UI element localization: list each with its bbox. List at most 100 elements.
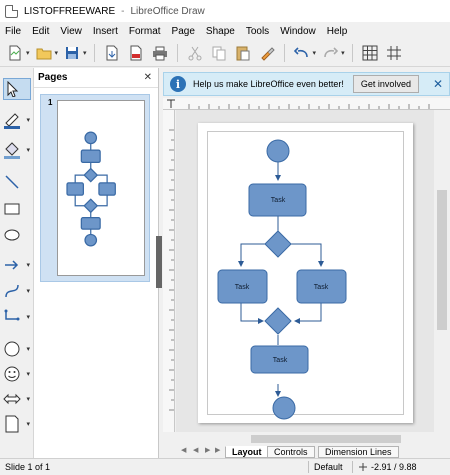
tab-nav-next[interactable]: ▶ [205, 446, 210, 454]
undo-icon [293, 47, 308, 58]
clone-formatting-button[interactable] [257, 43, 277, 63]
title-bar: LISTOFFREEWARE - LibreOffice Draw [0, 0, 450, 22]
save-button[interactable] [62, 43, 82, 63]
line-tool[interactable] [3, 171, 31, 193]
arrow-line-icon [5, 260, 19, 270]
horizontal-scrollbar[interactable] [223, 434, 450, 444]
decision-shape-2[interactable] [264, 307, 292, 335]
task-label-4: Task [273, 357, 288, 364]
vertical-scroll-thumb[interactable] [437, 190, 447, 330]
fill-color-tool[interactable]: ▾ [3, 139, 31, 161]
menu-format[interactable]: Format [129, 26, 161, 37]
helplines-button[interactable] [384, 43, 404, 63]
horizontal-scroll-thumb[interactable] [251, 435, 401, 443]
export-icon [106, 45, 118, 61]
scissors-icon [188, 46, 202, 61]
info-close-button[interactable]: ✕ [433, 77, 443, 91]
redo-dropdown-caret[interactable]: ▾ [341, 49, 345, 57]
menu-help[interactable]: Help [327, 26, 348, 37]
grid-button[interactable] [360, 43, 380, 63]
drawing-canvas[interactable]: Task Task Task Task [176, 110, 434, 432]
open-folder-icon [36, 48, 52, 60]
cut-button[interactable] [185, 43, 205, 63]
info-bar: i Help us make LibreOffice even better! … [163, 72, 450, 96]
start-node[interactable] [266, 139, 290, 163]
application-name: LibreOffice Draw [130, 5, 205, 17]
open-dropdown-caret[interactable]: ▾ [55, 49, 59, 57]
new-document-button[interactable] [5, 43, 25, 63]
redo-button[interactable] [320, 43, 340, 63]
tab-nav-first[interactable]: ◀ [181, 446, 186, 454]
undo-button[interactable] [292, 43, 312, 63]
tab-dimension-lines[interactable]: Dimension Lines [318, 446, 399, 458]
get-involved-button[interactable]: Get involved [352, 75, 419, 93]
ellipse-tool[interactable] [3, 224, 31, 246]
paste-button[interactable] [233, 43, 253, 63]
page-sheet[interactable]: Task Task Task Task [198, 123, 413, 423]
task-label-3: Task [314, 284, 329, 291]
horizontal-ruler[interactable] [163, 98, 450, 110]
menu-tools[interactable]: Tools [246, 26, 269, 37]
decision-shape-1[interactable] [264, 230, 292, 258]
menu-window[interactable]: Window [280, 26, 316, 37]
menu-file[interactable]: File [5, 26, 21, 37]
drawing-toolbar: ▾ ▾ ▾ ▾ ▾ ▾ ▾ ▾ ▾ [0, 68, 34, 458]
printer-icon [152, 46, 167, 61]
tab-nav-last[interactable]: ▶ [215, 446, 220, 454]
menu-edit[interactable]: Edit [32, 26, 49, 37]
line-color-icon [4, 113, 20, 129]
symbol-shapes-tool[interactable]: ▾ [3, 363, 31, 385]
new-document-icon [9, 45, 21, 61]
select-tool[interactable] [3, 78, 31, 100]
rectangle-tool[interactable] [3, 198, 31, 220]
print-button[interactable] [150, 43, 170, 63]
menu-insert[interactable]: Insert [93, 26, 118, 37]
tab-layout[interactable]: Layout [225, 446, 269, 458]
menu-view[interactable]: View [60, 26, 82, 37]
status-bar: Slide 1 of 1 Default -2.91 / 9.88 [0, 458, 450, 475]
libreoffice-logo-icon [5, 4, 18, 18]
flowchart-caret[interactable]: ▾ [26, 420, 30, 428]
connectors-caret[interactable]: ▾ [26, 313, 30, 321]
line-color-caret[interactable]: ▾ [26, 116, 30, 124]
export-pdf-button[interactable] [126, 43, 146, 63]
symbol-shapes-caret[interactable]: ▾ [26, 370, 30, 378]
tab-nav-prev[interactable]: ◀ [193, 446, 198, 454]
sidebar-resize-grip[interactable] [156, 236, 162, 288]
open-button[interactable] [34, 43, 54, 63]
vertical-ruler[interactable] [163, 110, 175, 432]
curves-tool[interactable]: ▾ [3, 280, 31, 302]
save-dropdown-caret[interactable]: ▾ [83, 49, 87, 57]
end-node[interactable] [272, 396, 296, 420]
page-thumbnail[interactable] [57, 100, 145, 276]
line-color-tool[interactable]: ▾ [3, 109, 31, 131]
export-button[interactable] [102, 43, 122, 63]
layer-tab-strip: ◀ ◀ ▶ ▶ Layout Controls Dimension Lines [163, 432, 450, 458]
fill-color-icon [4, 142, 20, 159]
vertical-scrollbar[interactable] [434, 110, 450, 432]
block-arrows-caret[interactable]: ▾ [26, 395, 30, 403]
flowchart-tool[interactable]: ▾ [3, 413, 31, 435]
page-number: 1 [48, 98, 53, 107]
curves-caret[interactable]: ▾ [26, 287, 30, 295]
fill-color-caret[interactable]: ▾ [26, 146, 30, 154]
undo-dropdown-caret[interactable]: ▾ [313, 49, 317, 57]
new-dropdown-caret[interactable]: ▾ [26, 49, 30, 57]
lines-arrows-tool[interactable]: ▾ [3, 254, 31, 276]
flowchart-icon [5, 415, 19, 433]
menu-page[interactable]: Page [172, 26, 195, 37]
copy-button[interactable] [209, 43, 229, 63]
basic-shapes-tool[interactable]: ▾ [3, 338, 31, 360]
basic-shapes-caret[interactable]: ▾ [26, 345, 30, 353]
connectors-tool[interactable]: ▾ [3, 306, 31, 328]
tab-controls[interactable]: Controls [267, 446, 315, 458]
pages-close-button[interactable]: ✕ [144, 72, 152, 83]
block-arrows-tool[interactable]: ▾ [3, 388, 31, 410]
circle-icon [4, 341, 20, 357]
page-thumbnail-selected[interactable]: 1 [40, 94, 150, 282]
page-style[interactable]: Default [314, 462, 343, 472]
smiley-icon [4, 366, 20, 382]
grid-icon [362, 45, 378, 61]
lines-arrows-caret[interactable]: ▾ [26, 261, 30, 269]
menu-shape[interactable]: Shape [206, 26, 235, 37]
